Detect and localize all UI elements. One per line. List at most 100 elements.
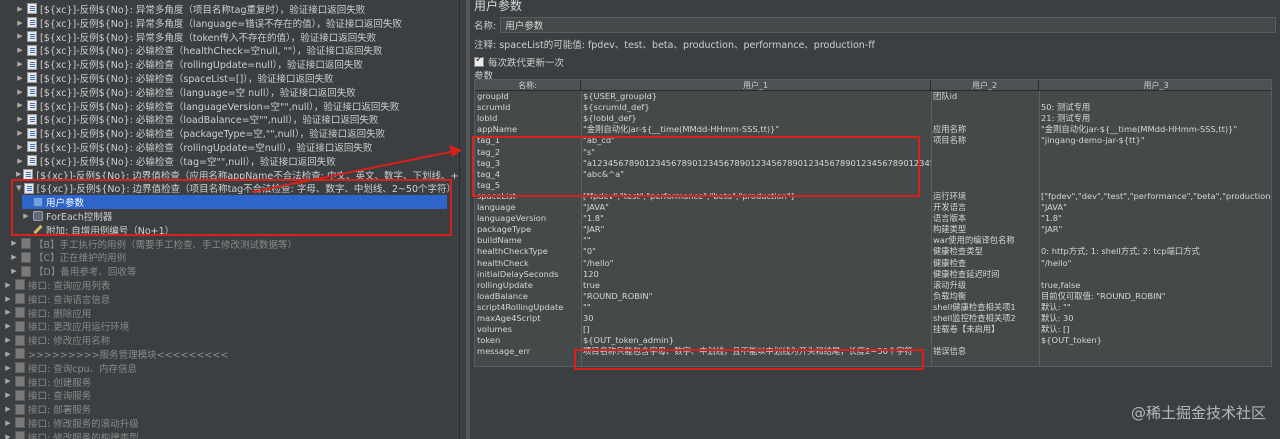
param-name-cell[interactable]: healthCheck <box>475 258 581 269</box>
user-1-cell[interactable]: "a12345678901234567890123456789012345678… <box>581 158 931 169</box>
tree-item[interactable]: ▶ >>>>>>>>>服务管理模块<<<<<<<<< <box>4 347 456 361</box>
expand-toggle-icon[interactable]: ▶ <box>4 433 12 439</box>
user-2-cell[interactable] <box>931 102 1039 113</box>
user-1-cell[interactable]: "" <box>581 235 931 246</box>
expand-toggle-icon[interactable]: ▶ <box>16 157 24 165</box>
user-1-cell[interactable]: ${USER_groupId} <box>581 91 931 102</box>
update-each-iteration-checkbox[interactable] <box>474 54 484 67</box>
param-name-cell[interactable]: spaceList <box>475 191 581 202</box>
user-3-cell[interactable]: "JAR" <box>1039 224 1271 235</box>
tree-item[interactable]: ▶ ForEach控制器 <box>22 209 456 223</box>
param-name-cell[interactable]: packageType <box>475 224 581 235</box>
expand-toggle-icon[interactable]: ▶ <box>10 253 18 261</box>
user-3-cell[interactable] <box>1039 147 1271 158</box>
user-2-cell[interactable]: 开发语言 <box>931 202 1039 213</box>
user-3-cell[interactable]: 50: 测试专用 <box>1039 102 1271 113</box>
tree-item[interactable]: ▶ [${xc}]-反例${No}: 必输检查（tag=空"",null），验证接… <box>16 154 456 168</box>
tree-item[interactable]: 附加: 自增用例编号（No+1） <box>22 223 456 237</box>
user-1-cell[interactable]: "ab_cd" <box>581 135 931 146</box>
expand-toggle-icon[interactable]: ▶ <box>16 74 24 82</box>
param-name-cell[interactable]: groupId <box>475 91 581 102</box>
expand-toggle-icon[interactable]: ▶ <box>16 115 24 123</box>
expand-toggle-icon[interactable]: ▶ <box>4 322 12 330</box>
user-3-cell[interactable] <box>1039 158 1271 169</box>
expand-toggle-icon[interactable]: ▶ <box>16 101 24 109</box>
user-3-cell[interactable]: ["fpdev","dev","test","performance","bet… <box>1039 191 1271 202</box>
user-1-cell[interactable]: 30 <box>581 313 931 324</box>
param-name-cell[interactable]: appName <box>475 124 581 135</box>
user-3-cell[interactable] <box>1039 269 1271 280</box>
user-3-cell[interactable]: "金刚自动化jar-${__time(MMdd-HHmm-SSS,tt)}" <box>1039 124 1271 135</box>
user-1-cell[interactable]: [] <box>581 324 931 335</box>
param-name-cell[interactable]: volumes <box>475 324 581 335</box>
tree-item[interactable]: ▶ [${xc}]-反例${No}: 异常多角度（项目名称tag重复时），验证接口… <box>16 2 456 16</box>
user-3-cell[interactable]: "JAVA" <box>1039 202 1271 213</box>
user-3-cell[interactable]: "1.8" <box>1039 213 1271 224</box>
tree-item[interactable]: ▶ [${xc}]-反例${No}: 必输检查（rollingUpdate=空nu… <box>16 140 456 154</box>
tree-item[interactable]: ▼ [${xc}]-反例${No}: 边界值检查（项目名称tag不合法检查: 字母… <box>16 181 456 195</box>
user-2-cell[interactable]: 健康检查 <box>931 258 1039 269</box>
tree-item[interactable]: ▶ [${xc}]-反例${No}: 必输检查（healthCheck=空null… <box>16 43 456 57</box>
tree-item[interactable]: ▶ 接口: 修改服务的构建类型 <box>4 430 456 439</box>
user-3-cell[interactable] <box>1039 169 1271 180</box>
expand-toggle-icon[interactable]: ▼ <box>16 184 22 192</box>
user-3-cell[interactable]: 目前仅可取值: "ROUND_ROBIN" <box>1039 291 1271 302</box>
user-2-cell[interactable]: 团队id <box>931 91 1039 102</box>
tree-item[interactable]: ▶ [${xc}]-反例${No}: 必输检查（spaceList=[]），验证接… <box>16 71 456 85</box>
user-1-cell[interactable]: "JAVA" <box>581 202 931 213</box>
tree-item-selected[interactable]: 用户参数 <box>22 195 447 209</box>
expand-toggle-icon[interactable]: ▶ <box>16 19 24 27</box>
user-3-cell[interactable]: 默认: 30 <box>1039 313 1271 324</box>
user-2-cell[interactable]: war使用的编译包名称 <box>931 235 1039 246</box>
param-name-cell[interactable]: script4RollingUpdate <box>475 302 581 313</box>
param-name-cell[interactable]: maxAge4Script <box>475 313 581 324</box>
user-1-cell[interactable] <box>581 180 931 191</box>
expand-toggle-icon[interactable]: ▶ <box>4 405 12 413</box>
user-2-cell[interactable]: 滚动升级 <box>931 280 1039 291</box>
user-2-cell[interactable] <box>931 335 1039 346</box>
user-2-cell[interactable]: 健康检查类型 <box>931 246 1039 257</box>
expand-toggle-icon[interactable]: ▶ <box>16 129 24 137</box>
expand-toggle-icon[interactable]: ▶ <box>4 350 12 358</box>
expand-toggle-icon[interactable]: ▶ <box>10 239 18 247</box>
user-2-cell[interactable]: 应用名称 <box>931 124 1039 135</box>
header-user-1[interactable]: 用户_1 <box>581 80 931 91</box>
user-1-cell[interactable]: ["fpdev","test","performance","beta","pr… <box>581 191 931 202</box>
update-each-iteration-row[interactable]: 每次跌代更新一次 <box>474 54 564 69</box>
expand-toggle-icon[interactable]: ▶ <box>4 308 12 316</box>
user-1-cell[interactable]: true <box>581 280 931 291</box>
user-3-cell[interactable]: 21: 测试专用 <box>1039 113 1271 124</box>
tree-item[interactable]: ▶ [${xc}]-反例${No}: 必输检查（loadBalance=空"",n… <box>16 112 456 126</box>
param-name-cell[interactable]: tag_1 <box>475 135 581 146</box>
user-3-cell[interactable]: "/hello" <box>1039 258 1271 269</box>
expand-toggle-icon[interactable]: ▶ <box>4 295 12 303</box>
user-2-cell[interactable]: 健康检查延迟时间 <box>931 269 1039 280</box>
user-1-cell[interactable]: "abc&^a" <box>581 169 931 180</box>
tree-item[interactable]: ▶ 接口: 删除应用 <box>4 306 456 320</box>
user-3-cell[interactable]: 默认: "" <box>1039 302 1271 313</box>
param-name-cell[interactable]: token <box>475 335 581 346</box>
param-name-cell[interactable]: message_err <box>475 346 581 357</box>
user-2-cell[interactable] <box>931 113 1039 124</box>
user-1-cell[interactable]: "s" <box>581 147 931 158</box>
user-2-cell[interactable] <box>931 158 1039 169</box>
tree-item[interactable]: ▶ [${xc}]-反例${No}: 异常多角度（token传入不存在的值），验证… <box>16 30 456 44</box>
user-3-cell[interactable]: "jingang-demo-jar-${tt}" <box>1039 135 1271 146</box>
param-name-cell[interactable]: languageVersion <box>475 213 581 224</box>
param-name-cell[interactable]: initialDelaySeconds <box>475 269 581 280</box>
user-2-cell[interactable]: shell监控检查相关项2 <box>931 313 1039 324</box>
user-1-cell[interactable]: "ROUND_ROBIN" <box>581 291 931 302</box>
user-2-cell[interactable] <box>931 169 1039 180</box>
user-2-cell[interactable]: 项目名称 <box>931 135 1039 146</box>
user-2-cell[interactable] <box>931 147 1039 158</box>
user-1-cell[interactable]: "金刚自动化jar-${__time(MMdd-HHmm-SSS,tt)}" <box>581 124 931 135</box>
expand-toggle-icon[interactable]: ▶ <box>16 46 24 54</box>
header-name[interactable]: 名称: <box>475 80 581 91</box>
param-name-cell[interactable]: buildName <box>475 235 581 246</box>
user-2-cell[interactable]: 运行环境 <box>931 191 1039 202</box>
user-2-cell[interactable]: 构建类型 <box>931 224 1039 235</box>
tree-item[interactable]: ▶ 接口: 查询cpu、内存信息 <box>4 361 456 375</box>
user-3-cell[interactable]: 默认: [] <box>1039 324 1271 335</box>
param-name-cell[interactable]: tag_2 <box>475 147 581 158</box>
expand-toggle-icon[interactable]: ▶ <box>16 5 24 13</box>
